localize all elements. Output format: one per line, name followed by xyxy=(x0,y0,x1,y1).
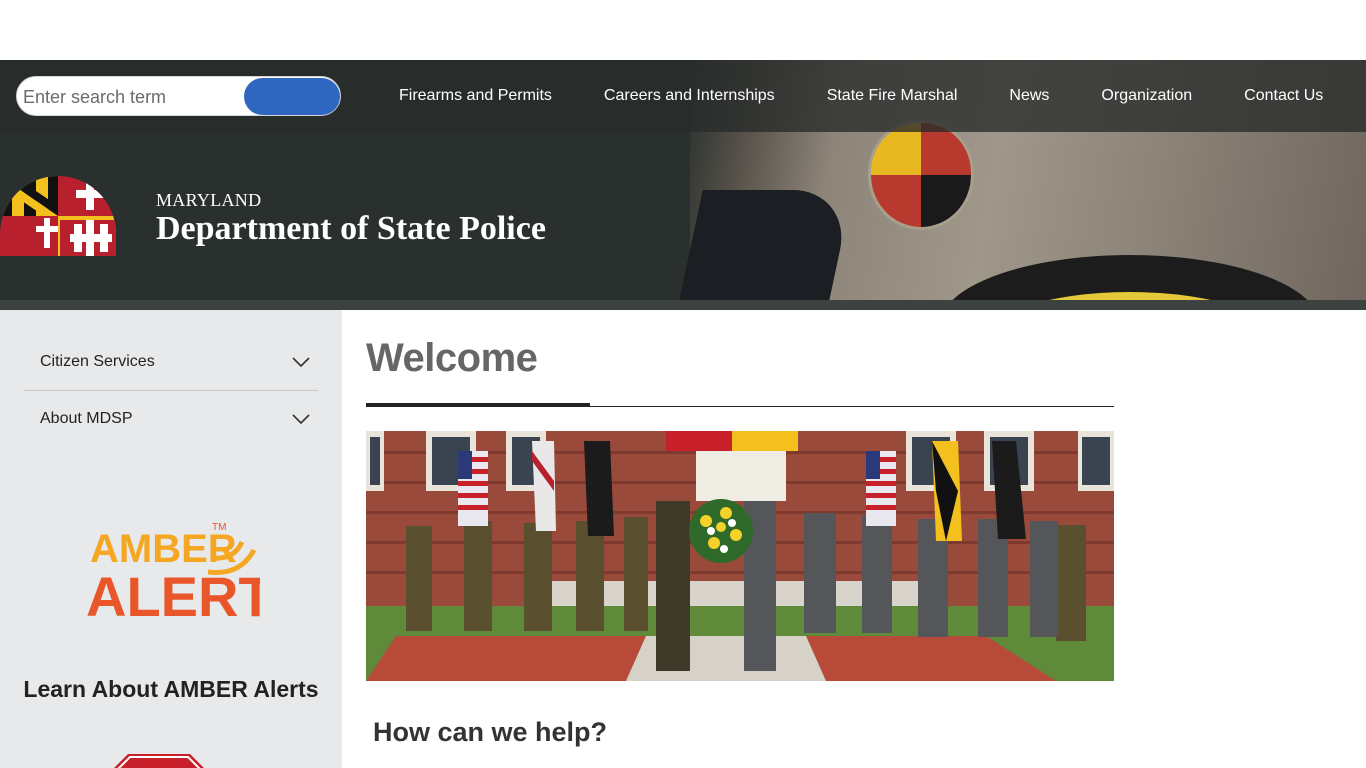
title-accent-bar xyxy=(366,403,590,407)
top-navigation-bar: Firearms and Permits Careers and Interns… xyxy=(0,60,1366,132)
sidebar-item-label: About MDSP xyxy=(40,409,133,427)
nav-link-organization[interactable]: Organization xyxy=(1101,87,1192,105)
brand-department-name: Department of State Police xyxy=(156,210,546,247)
maryland-flag-logo-icon xyxy=(0,176,116,256)
chevron-down-icon xyxy=(284,409,318,429)
stop-sign-icon[interactable] xyxy=(114,752,204,768)
amber-alert-logo[interactable]: AMBER TM ALERT xyxy=(84,518,273,628)
nav-links: Firearms and Permits Careers and Interns… xyxy=(399,60,1323,132)
search-box xyxy=(16,76,341,116)
section-heading-how-can-we-help: How can we help? xyxy=(373,717,608,747)
sidebar-item-label: Citizen Services xyxy=(40,352,155,370)
sidebar: Citizen Services About MDSP AMBER TM ALE… xyxy=(0,310,342,768)
ceremony-honor-guard-photo xyxy=(366,431,1114,681)
nav-link-firearms-and-permits[interactable]: Firearms and Permits xyxy=(399,87,552,105)
page-title: Welcome xyxy=(366,336,538,380)
search-button[interactable] xyxy=(244,78,340,115)
nav-link-news[interactable]: News xyxy=(1009,87,1049,105)
nav-link-state-fire-marshal[interactable]: State Fire Marshal xyxy=(827,87,958,105)
sidebar-item-about-mdsp[interactable]: About MDSP xyxy=(24,390,318,447)
chevron-down-icon xyxy=(284,352,318,372)
nav-link-careers-and-internships[interactable]: Careers and Internships xyxy=(604,87,775,105)
top-blank-area xyxy=(0,0,1366,60)
amber-alerts-heading[interactable]: Learn About AMBER Alerts xyxy=(0,676,342,703)
nav-link-contact-us[interactable]: Contact Us xyxy=(1244,87,1323,105)
state-police-pin-icon xyxy=(868,120,974,230)
main-content: Welcome How can we help? xyxy=(342,310,1366,768)
site-header: Firearms and Permits Careers and Interns… xyxy=(0,60,1366,310)
page-body: Citizen Services About MDSP AMBER TM ALE… xyxy=(0,310,1366,768)
search-input[interactable] xyxy=(23,83,243,111)
brand-state-label: MARYLAND xyxy=(156,190,262,210)
sidebar-item-citizen-services[interactable]: Citizen Services xyxy=(24,333,318,390)
amber-logo-trademark: TM xyxy=(212,522,226,533)
amber-logo-line2: ALERT xyxy=(86,565,260,622)
